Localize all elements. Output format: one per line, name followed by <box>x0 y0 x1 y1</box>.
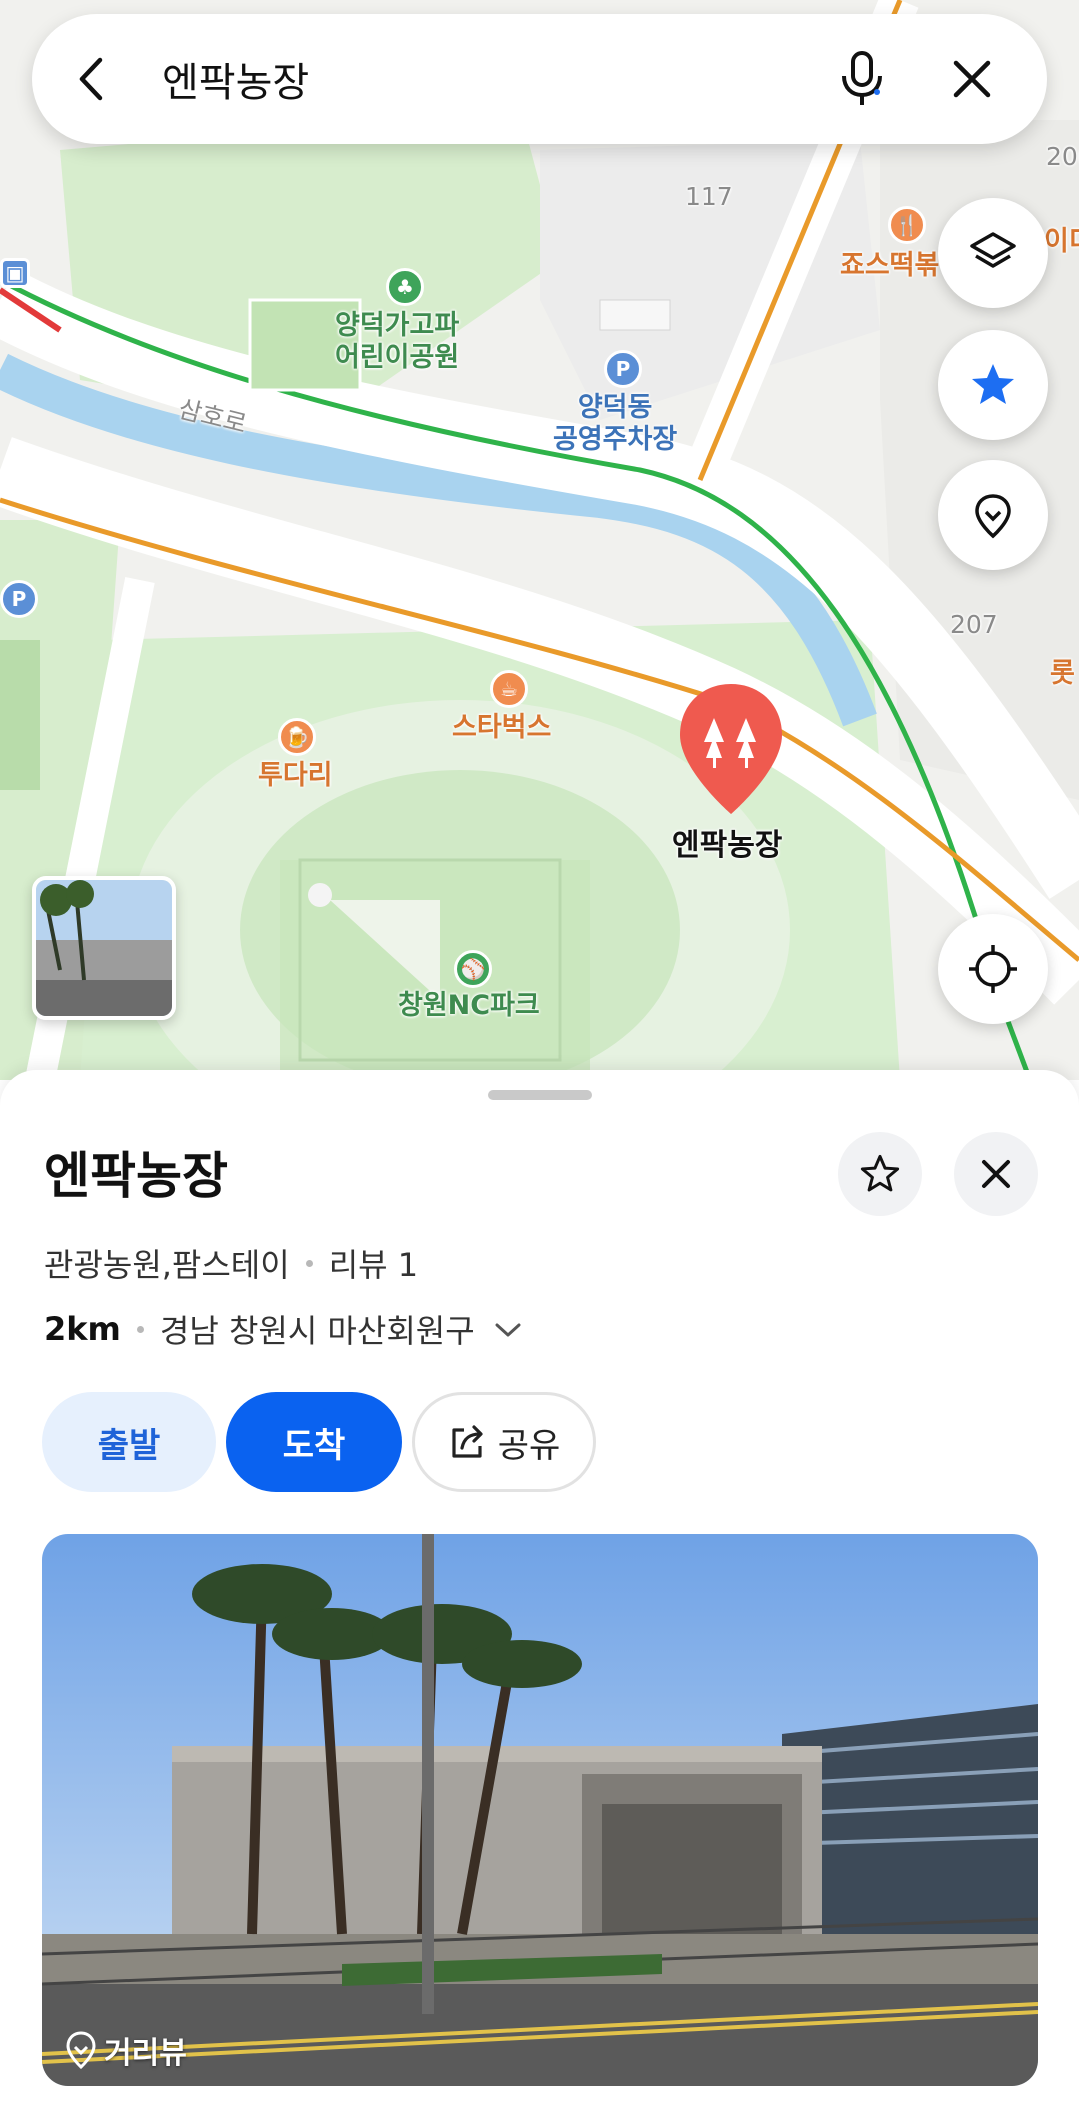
arrive-route-button[interactable]: 도착 <box>226 1392 402 1492</box>
bus-stop-icon[interactable]: ▣ <box>0 258 30 288</box>
roadview-thumbnail-image <box>36 880 172 1016</box>
share-button[interactable]: 공유 <box>412 1392 596 1492</box>
map-view[interactable]: ♣ P P ☕ 🍺 ⚾ 🍴 ▣ 삼호로 양덕가고파 어린이공원 양덕동 공영주차… <box>0 0 1079 1080</box>
place-address: 경남 창원시 마산회원구 <box>159 1312 475 1350</box>
chevron-left-icon <box>79 57 103 101</box>
park-poi-icon[interactable]: ♣ <box>386 268 424 306</box>
crosshair-icon <box>969 945 1017 993</box>
building-number-207: 207 <box>950 610 998 639</box>
separator-dot <box>305 1259 313 1267</box>
start-route-button[interactable]: 출발 <box>42 1392 216 1492</box>
place-location-line[interactable]: 2km 경남 창원시 마산회원구 <box>44 1306 525 1352</box>
roadview-photo[interactable]: 거리뷰 <box>42 1534 1038 2086</box>
stadium-label: 창원NC파크 <box>398 990 540 1021</box>
restaurant-poi-icon[interactable]: 🍴 <box>888 206 926 244</box>
voice-search-button[interactable] <box>807 14 917 144</box>
roadview-badge[interactable]: 거리뷰 <box>64 2028 187 2072</box>
star-filled-icon <box>972 364 1014 404</box>
star-outline-icon <box>860 1154 900 1192</box>
favorites-button[interactable] <box>938 330 1048 440</box>
street-photo-image <box>42 1534 1038 2086</box>
parking-label: 양덕동 공영주차장 <box>553 392 678 456</box>
location-pin-icon <box>66 2031 96 2070</box>
cafe-poi-icon[interactable]: ☕ <box>490 670 528 708</box>
clear-search-button[interactable] <box>917 14 1027 144</box>
building-number-117: 117 <box>685 182 733 211</box>
review-count-link[interactable]: 리뷰 1 <box>329 1240 418 1286</box>
place-pin-button[interactable] <box>938 460 1048 570</box>
place-category: 관광농원,팜스테이 <box>44 1246 290 1284</box>
search-input[interactable]: 엔팍농장 <box>152 50 807 108</box>
idi-label: 이디 <box>1044 226 1079 257</box>
layers-icon <box>970 232 1016 268</box>
close-icon <box>982 1160 1010 1188</box>
place-detail-sheet[interactable]: 엔팍농장 관광농원,팜스테이 리뷰 1 2km 경남 창원시 마산회원구 출발 … <box>0 1070 1079 2108</box>
selected-place-label: 엔팍농장 <box>672 828 783 863</box>
building-number-206: 206 <box>1046 142 1079 171</box>
selected-place-marker[interactable] <box>676 680 786 820</box>
starbucks-label: 스타벅스 <box>452 712 552 743</box>
lot-label: 롯 <box>1050 658 1075 689</box>
place-distance: 2km <box>44 1310 121 1348</box>
roadview-badge-label: 거리뷰 <box>104 2036 187 2071</box>
place-meta-line: 관광농원,팜스테이 리뷰 1 <box>44 1240 418 1286</box>
layers-button[interactable] <box>938 198 1048 308</box>
park-label: 양덕가고파 어린이공원 <box>335 310 460 374</box>
save-favorite-button[interactable] <box>838 1132 922 1216</box>
back-button[interactable] <box>32 14 152 144</box>
place-title: 엔팍농장 <box>44 1147 228 1205</box>
roadview-thumbnail[interactable] <box>32 876 176 1020</box>
stadium-poi-icon[interactable]: ⚾ <box>454 950 492 988</box>
pub-poi-icon[interactable]: 🍺 <box>278 718 316 756</box>
close-icon <box>953 60 991 98</box>
close-sheet-button[interactable] <box>954 1132 1038 1216</box>
parking-poi-icon[interactable]: P <box>604 350 642 388</box>
restaurant-label: 죠스떡볶 <box>840 250 940 281</box>
separator-dot <box>136 1325 144 1333</box>
microphone-icon <box>842 51 882 105</box>
sheet-drag-handle[interactable] <box>488 1090 592 1100</box>
parking-poi-icon-left[interactable]: P <box>0 580 38 618</box>
search-bar[interactable]: 엔팍농장 <box>32 14 1047 144</box>
share-icon <box>452 1425 483 1458</box>
location-pin-icon <box>975 494 1011 539</box>
marker-pin-icon <box>680 684 782 814</box>
tudari-label: 투다리 <box>258 760 333 791</box>
share-label: 공유 <box>497 1425 561 1466</box>
chevron-down-icon[interactable] <box>491 1317 525 1341</box>
my-location-button[interactable] <box>938 914 1048 1024</box>
